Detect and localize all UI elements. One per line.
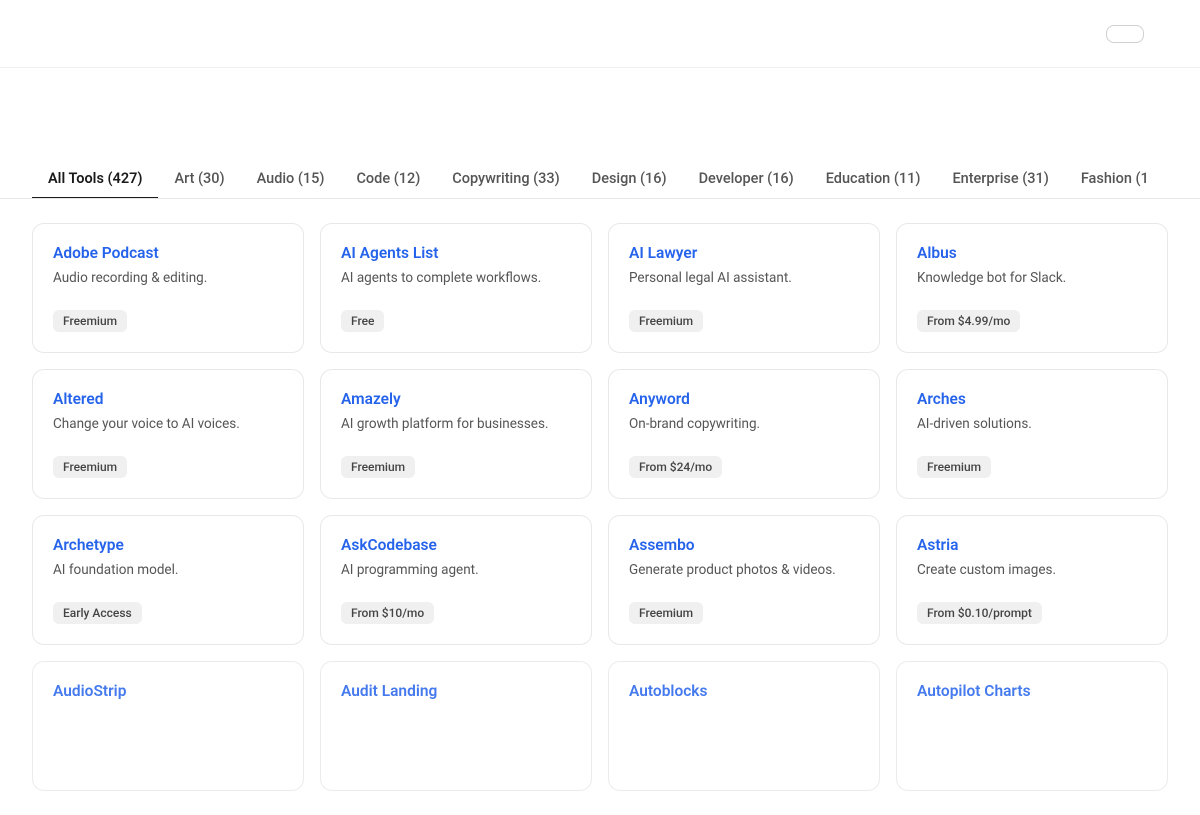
tab-5[interactable]: Design (16) <box>576 160 683 199</box>
card-badge-4: Freemium <box>53 456 127 478</box>
card-badge-11: From $0.10/prompt <box>917 602 1042 624</box>
card-desc-0: Audio recording & editing. <box>53 270 283 296</box>
card-title-6: Anyword <box>629 390 859 408</box>
hero-section <box>0 68 1200 136</box>
card-badge-3: From $4.99/mo <box>917 310 1020 332</box>
tool-card-2[interactable]: AI Lawyer Personal legal AI assistant. Fre… <box>608 223 880 353</box>
card-badge-0: Freemium <box>53 310 127 332</box>
header-right <box>1106 25 1168 43</box>
theme-toggle-button[interactable] <box>1156 28 1168 40</box>
card-desc-13 <box>341 708 571 770</box>
card-badge-6: From $24/mo <box>629 456 722 478</box>
card-title-9: AskCodebase <box>341 536 571 554</box>
card-desc-2: Personal legal AI assistant. <box>629 270 859 296</box>
tab-1[interactable]: Art (30) <box>158 160 240 199</box>
header <box>0 0 1200 68</box>
tabs-wrapper: All Tools (427)Art (30)Audio (15)Code (1… <box>0 136 1200 199</box>
tab-8[interactable]: Enterprise (31) <box>936 160 1064 199</box>
submit-tool-button[interactable] <box>1106 25 1144 43</box>
card-title-8: Archetype <box>53 536 283 554</box>
card-title-2: AI Lawyer <box>629 244 859 262</box>
card-desc-5: AI growth platform for businesses. <box>341 416 571 442</box>
card-title-1: AI Agents List <box>341 244 571 262</box>
tab-9[interactable]: Fashion (1 <box>1065 160 1165 199</box>
card-title-0: Adobe Podcast <box>53 244 283 262</box>
tool-card-11[interactable]: Astria Create custom images. From $0.10/pr… <box>896 515 1168 645</box>
card-badge-8: Early Access <box>53 602 142 624</box>
tool-card-9[interactable]: AskCodebase AI programming agent. From $10… <box>320 515 592 645</box>
card-desc-10: Generate product photos & videos. <box>629 562 859 588</box>
card-desc-14 <box>629 708 859 770</box>
card-desc-4: Change your voice to AI voices. <box>53 416 283 442</box>
card-title-3: Albus <box>917 244 1147 262</box>
tool-card-15[interactable]: Autopilot Charts <box>896 661 1168 791</box>
tool-card-14[interactable]: Autoblocks <box>608 661 880 791</box>
tab-2[interactable]: Audio (15) <box>241 160 341 199</box>
card-badge-10: Freemium <box>629 602 703 624</box>
card-title-13: Audit Landing <box>341 682 571 700</box>
tool-card-4[interactable]: Altered Change your voice to AI voices. Fr… <box>32 369 304 499</box>
tools-grid: Adobe Podcast Audio recording & editing. F… <box>0 199 1200 815</box>
tool-card-0[interactable]: Adobe Podcast Audio recording & editing. F… <box>32 223 304 353</box>
card-badge-2: Freemium <box>629 310 703 332</box>
tab-7[interactable]: Education (11) <box>810 160 937 199</box>
card-badge-9: From $10/mo <box>341 602 434 624</box>
tab-4[interactable]: Copywriting (33) <box>436 160 575 199</box>
card-desc-15 <box>917 708 1147 770</box>
tool-card-3[interactable]: Albus Knowledge bot for Slack. From $4.99/… <box>896 223 1168 353</box>
tool-card-7[interactable]: Arches AI-driven solutions. Freemium <box>896 369 1168 499</box>
card-title-11: Astria <box>917 536 1147 554</box>
category-tabs: All Tools (427)Art (30)Audio (15)Code (1… <box>32 160 1165 198</box>
card-title-14: Autoblocks <box>629 682 859 700</box>
card-title-7: Arches <box>917 390 1147 408</box>
tab-0[interactable]: All Tools (427) <box>32 160 158 199</box>
card-badge-1: Free <box>341 310 384 332</box>
card-desc-7: AI-driven solutions. <box>917 416 1147 442</box>
tool-card-6[interactable]: Anyword On-brand copywriting. From $24/mo <box>608 369 880 499</box>
card-badge-7: Freemium <box>917 456 991 478</box>
card-desc-8: AI foundation model. <box>53 562 283 588</box>
card-title-4: Altered <box>53 390 283 408</box>
tool-card-12[interactable]: AudioStrip <box>32 661 304 791</box>
card-desc-3: Knowledge bot for Slack. <box>917 270 1147 296</box>
tool-card-1[interactable]: AI Agents List AI agents to complete work… <box>320 223 592 353</box>
card-desc-12 <box>53 708 283 770</box>
card-title-15: Autopilot Charts <box>917 682 1147 700</box>
card-title-5: Amazely <box>341 390 571 408</box>
card-title-12: AudioStrip <box>53 682 283 700</box>
card-title-10: Assembo <box>629 536 859 554</box>
tool-card-8[interactable]: Archetype AI foundation model. Early Acces… <box>32 515 304 645</box>
tool-card-5[interactable]: Amazely AI growth platform for businesses… <box>320 369 592 499</box>
card-badge-5: Freemium <box>341 456 415 478</box>
card-desc-1: AI agents to complete workflows. <box>341 270 571 296</box>
card-desc-11: Create custom images. <box>917 562 1147 588</box>
card-desc-6: On-brand copywriting. <box>629 416 859 442</box>
tool-card-10[interactable]: Assembo Generate product photos & videos.… <box>608 515 880 645</box>
tool-card-13[interactable]: Audit Landing <box>320 661 592 791</box>
tab-3[interactable]: Code (12) <box>340 160 436 199</box>
card-desc-9: AI programming agent. <box>341 562 571 588</box>
tab-6[interactable]: Developer (16) <box>683 160 810 199</box>
